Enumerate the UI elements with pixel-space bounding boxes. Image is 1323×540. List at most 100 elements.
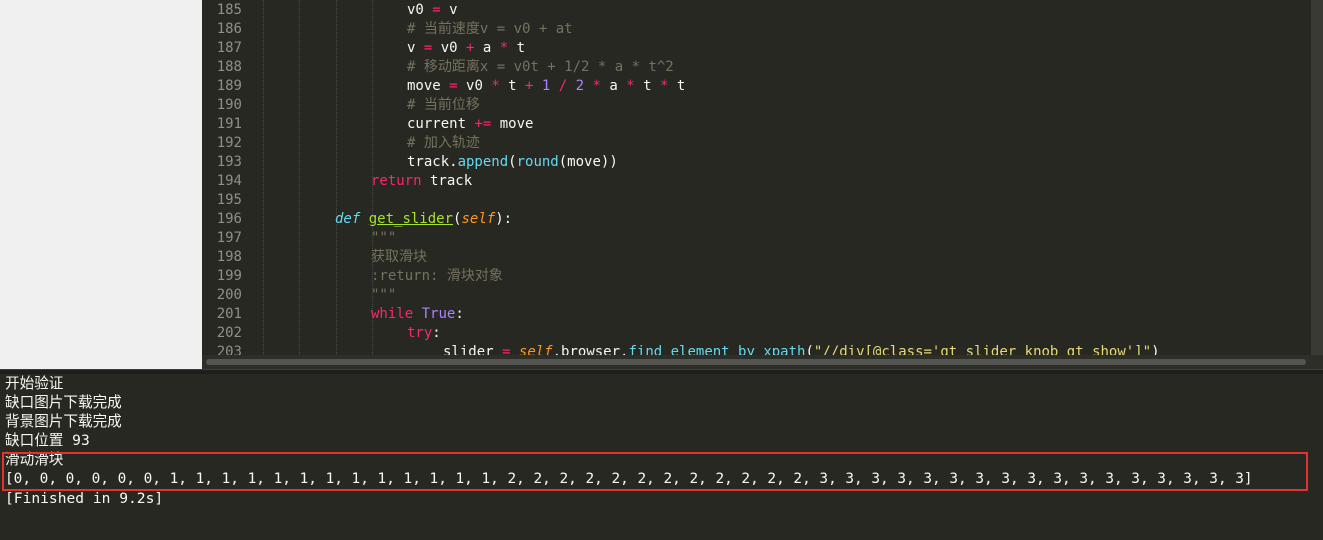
code-line[interactable]: 190 # 当前位移 <box>202 96 1323 115</box>
code-token: True <box>421 306 456 322</box>
output-line: 背景图片下载完成 <box>5 413 122 430</box>
code-token: a <box>474 40 500 56</box>
code-token: :return: 滑块对象 <box>371 268 503 284</box>
vertical-scrollbar[interactable] <box>1311 0 1323 355</box>
code-token: # 当前位移 <box>407 97 480 113</box>
code-text: """ <box>371 229 396 248</box>
line-number: 193 <box>216 154 242 170</box>
code-token: round <box>516 154 559 170</box>
code-token: # 移动距离x = v0t + 1/2 * a * t^2 <box>407 59 674 75</box>
code-token: += <box>474 116 492 132</box>
code-line[interactable]: 196 def get_slider(self): <box>202 210 1323 229</box>
code-token: get_slider <box>368 211 454 227</box>
code-token: track <box>421 173 473 189</box>
code-token: ): <box>495 211 513 227</box>
code-token: a <box>600 78 627 94</box>
code-line[interactable]: 194 return track <box>202 172 1323 191</box>
code-token: t <box>634 78 661 94</box>
code-token: v0 <box>432 40 467 56</box>
code-text: return track <box>371 172 472 191</box>
code-token: * <box>499 40 509 56</box>
code-token: (move)) <box>558 154 618 170</box>
code-line[interactable]: 195 <box>202 191 1323 210</box>
line-number: 195 <box>216 192 242 208</box>
line-number: 201 <box>216 306 242 322</box>
code-token: v <box>407 40 424 56</box>
line-number: 198 <box>216 249 242 265</box>
code-text: current += move <box>407 115 533 134</box>
line-number: 197 <box>216 230 242 246</box>
code-token: return <box>371 173 422 189</box>
code-token: 获取滑块 <box>371 249 427 265</box>
code-text: """ <box>371 286 396 305</box>
code-text: while True: <box>371 305 464 324</box>
file-sidebar <box>0 0 202 369</box>
code-token: t <box>499 78 526 94</box>
line-number: 189 <box>216 78 242 94</box>
code-line[interactable]: 202 try: <box>202 324 1323 343</box>
code-token: 2 <box>575 78 585 94</box>
code-token: t <box>668 78 686 94</box>
code-token: # 当前速度v = v0 + at <box>407 21 573 37</box>
code-line[interactable]: 189 move = v0 * t + 1 / 2 * a * t * t <box>202 77 1323 96</box>
line-number: 190 <box>216 97 242 113</box>
code-token: : <box>455 306 464 322</box>
code-token: # 加入轨迹 <box>407 135 480 151</box>
code-line[interactable]: 188 # 移动距离x = v0t + 1/2 * a * t^2 <box>202 58 1323 77</box>
line-number: 196 <box>216 211 242 227</box>
code-token: * <box>592 78 601 94</box>
highlight-annotation-box <box>2 452 1308 491</box>
output-line: 开始验证 <box>5 375 64 392</box>
code-text: :return: 滑块对象 <box>371 267 503 286</box>
code-line[interactable]: 187 v = v0 + a * t <box>202 39 1323 58</box>
code-token: """ <box>371 230 397 246</box>
code-line[interactable]: 201 while True: <box>202 305 1323 324</box>
horizontal-scroll-thumb[interactable] <box>206 359 1306 365</box>
code-token: = <box>432 2 441 18</box>
code-token: try <box>407 325 433 341</box>
code-text: # 移动距离x = v0t + 1/2 * a * t^2 <box>407 58 674 77</box>
line-number: 200 <box>216 287 242 303</box>
code-token: : <box>432 325 441 341</box>
code-line[interactable]: 200 """ <box>202 286 1323 305</box>
code-line[interactable]: 197 """ <box>202 229 1323 248</box>
code-line[interactable]: 199:return: 滑块对象 <box>202 267 1323 286</box>
code-token: append <box>457 154 509 170</box>
code-token: """ <box>371 287 397 303</box>
code-line[interactable]: 185 v0 = v <box>202 1 1323 20</box>
code-token: = <box>449 78 458 94</box>
code-text: move = v0 * t + 1 / 2 * a * t * t <box>407 77 685 96</box>
code-line[interactable]: 193 track.append(round(move)) <box>202 153 1323 172</box>
code-text: v0 = v <box>407 1 458 20</box>
line-number: 188 <box>216 59 242 75</box>
code-text: # 当前位移 <box>407 96 480 115</box>
code-token: while <box>371 306 414 322</box>
code-text: v = v0 + a * t <box>407 39 525 58</box>
line-number: 192 <box>216 135 242 151</box>
code-token: t <box>508 40 526 56</box>
output-line: 缺口图片下载完成 <box>5 394 122 411</box>
line-number: 191 <box>216 116 242 132</box>
code-text: # 加入轨迹 <box>407 134 480 153</box>
code-line[interactable]: 192 # 加入轨迹 <box>202 134 1323 153</box>
code-text: def get_slider(self): <box>335 210 512 229</box>
code-line[interactable]: 186 # 当前速度v = v0 + at <box>202 20 1323 39</box>
horizontal-scrollbar[interactable] <box>202 355 1323 369</box>
code-line[interactable]: 198 获取滑块 <box>202 248 1323 267</box>
code-token: * <box>626 78 635 94</box>
minimap[interactable] <box>1303 0 1311 355</box>
code-token: track. <box>407 154 458 170</box>
code-lines[interactable]: 185 v0 = v 186 # 当前速度v = v0 + at 187 v = v0 +… <box>202 1 1323 362</box>
code-text: 获取滑块 <box>371 248 427 267</box>
code-editor[interactable]: 185 v0 = v 186 # 当前速度v = v0 + at 187 v = v0 +… <box>202 0 1323 369</box>
code-token: ( <box>508 154 517 170</box>
code-token: / <box>558 78 568 94</box>
code-line[interactable]: 191 current += move <box>202 115 1323 134</box>
code-text: try: <box>407 324 441 343</box>
output-line: 缺口位置 93 <box>5 432 90 449</box>
line-number: 187 <box>216 40 242 56</box>
